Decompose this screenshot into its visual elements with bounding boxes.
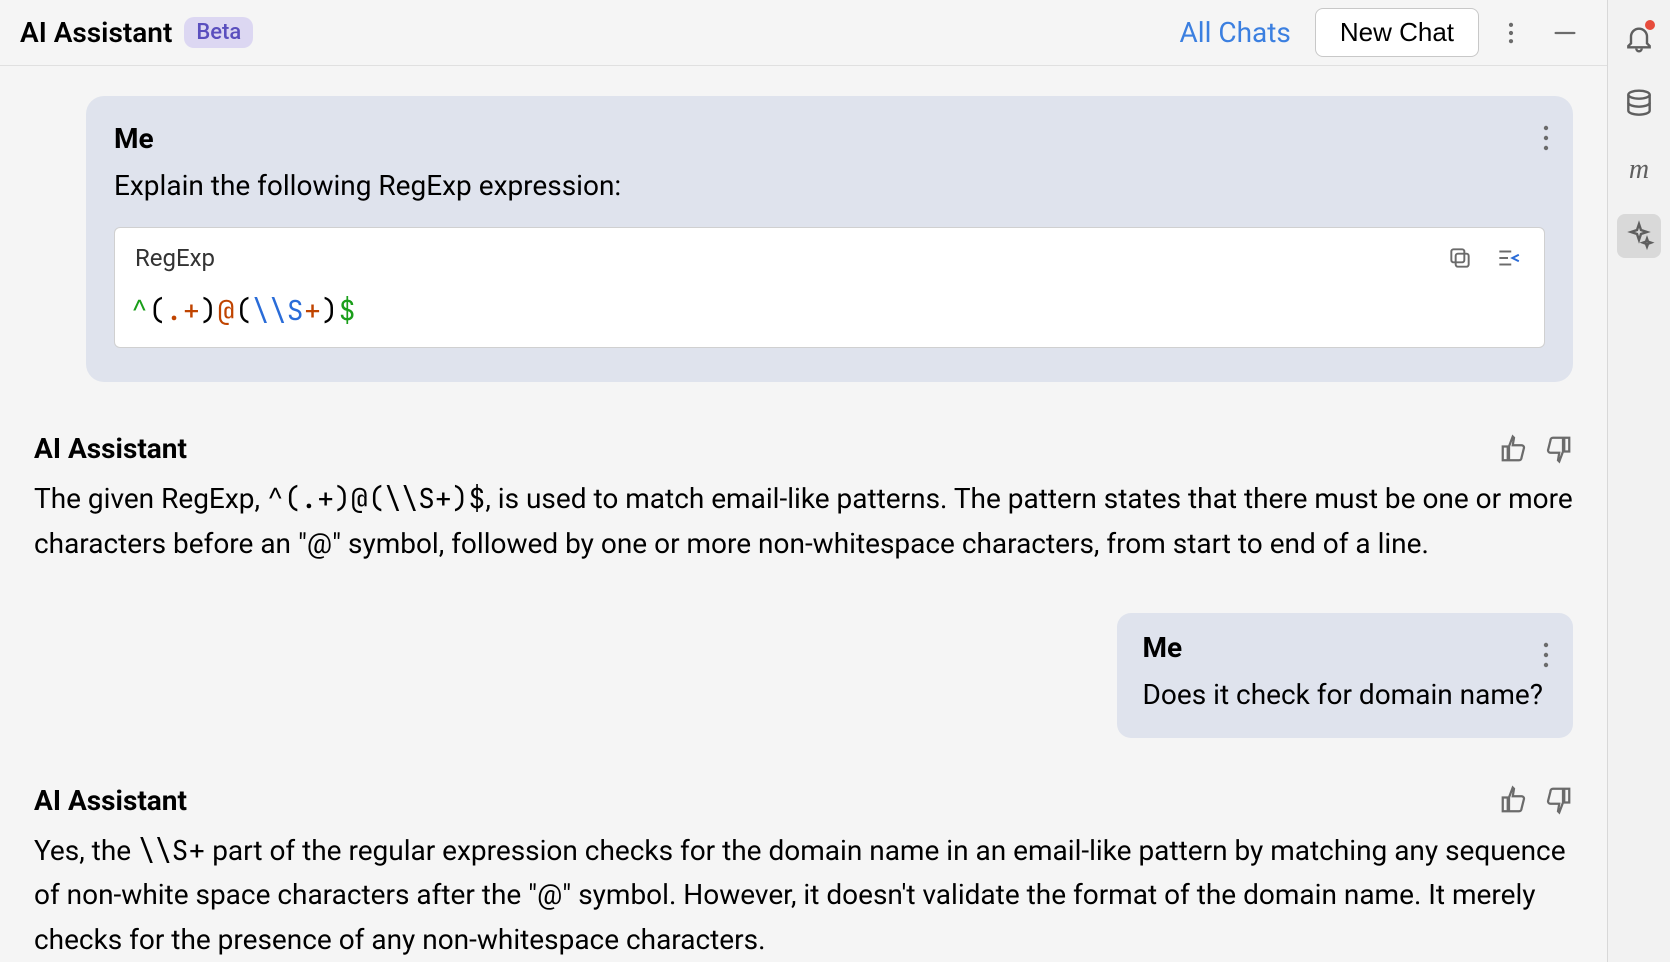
- ai-assistant-panel: AI Assistant Beta All Chats New Chat: [0, 0, 1608, 962]
- ai-message: AI Assistant Ye: [34, 784, 1573, 962]
- code-content[interactable]: ^(.+)@(\\S+)$: [115, 282, 1544, 347]
- vertical-dots-icon: [1543, 124, 1549, 152]
- copy-icon: [1447, 245, 1473, 271]
- all-chats-link[interactable]: All Chats: [1180, 16, 1291, 49]
- thumbs-up-button[interactable]: [1499, 434, 1529, 464]
- minimize-icon: [1551, 19, 1579, 47]
- message-sender: Me: [1143, 631, 1543, 664]
- insert-icon: [1495, 245, 1521, 271]
- vertical-dots-icon: [1543, 641, 1549, 669]
- thumbs-up-button[interactable]: [1499, 785, 1529, 815]
- feedback-controls: [1499, 434, 1573, 464]
- maven-button[interactable]: m: [1617, 148, 1661, 192]
- thumbs-down-button[interactable]: [1543, 434, 1573, 464]
- message-text: Explain the following RegExp expression:: [114, 165, 1545, 207]
- more-options-button[interactable]: [1489, 11, 1533, 55]
- thumbs-up-icon: [1499, 434, 1529, 464]
- vertical-dots-icon: [1497, 19, 1525, 47]
- panel-header: AI Assistant Beta All Chats New Chat: [0, 0, 1607, 66]
- thumbs-down-icon: [1543, 434, 1573, 464]
- beta-badge: Beta: [184, 17, 253, 48]
- notification-dot-icon: [1645, 20, 1655, 30]
- notifications-button[interactable]: [1617, 16, 1661, 60]
- message-menu-button[interactable]: [1537, 635, 1555, 679]
- message-text: Does it check for domain name?: [1143, 674, 1543, 716]
- message-text: The given RegExp, ^(.+)@(\\S+)$, is used…: [34, 477, 1573, 567]
- message-menu-button[interactable]: [1537, 118, 1555, 162]
- user-message: Me Does it check for domain name?: [1117, 613, 1573, 738]
- conversation-area: Me Explain the following RegExp expressi…: [0, 66, 1607, 962]
- message-text: Yes, the \\S+ part of the regular expres…: [34, 829, 1573, 962]
- new-chat-button[interactable]: New Chat: [1315, 8, 1479, 57]
- code-language-label: RegExp: [135, 244, 215, 272]
- message-sender: Me: [114, 122, 1545, 155]
- feedback-controls: [1499, 785, 1573, 815]
- user-message: Me Explain the following RegExp expressi…: [86, 96, 1573, 382]
- insert-code-button[interactable]: [1490, 240, 1526, 276]
- code-header: RegExp: [115, 228, 1544, 282]
- thumbs-up-icon: [1499, 785, 1529, 815]
- database-icon: [1623, 88, 1655, 120]
- ai-assistant-button[interactable]: [1617, 214, 1661, 258]
- minimize-button[interactable]: [1543, 11, 1587, 55]
- sparkle-icon: [1623, 220, 1655, 252]
- maven-icon: m: [1629, 154, 1649, 186]
- database-button[interactable]: [1617, 82, 1661, 126]
- message-sender: AI Assistant: [34, 432, 187, 465]
- thumbs-down-icon: [1543, 785, 1573, 815]
- panel-title: AI Assistant: [20, 16, 172, 49]
- code-block: RegExp: [114, 227, 1545, 348]
- message-sender: AI Assistant: [34, 784, 187, 817]
- copy-code-button[interactable]: [1442, 240, 1478, 276]
- ai-message: AI Assistant Th: [34, 432, 1573, 567]
- right-tool-rail: m: [1608, 0, 1670, 962]
- thumbs-down-button[interactable]: [1543, 785, 1573, 815]
